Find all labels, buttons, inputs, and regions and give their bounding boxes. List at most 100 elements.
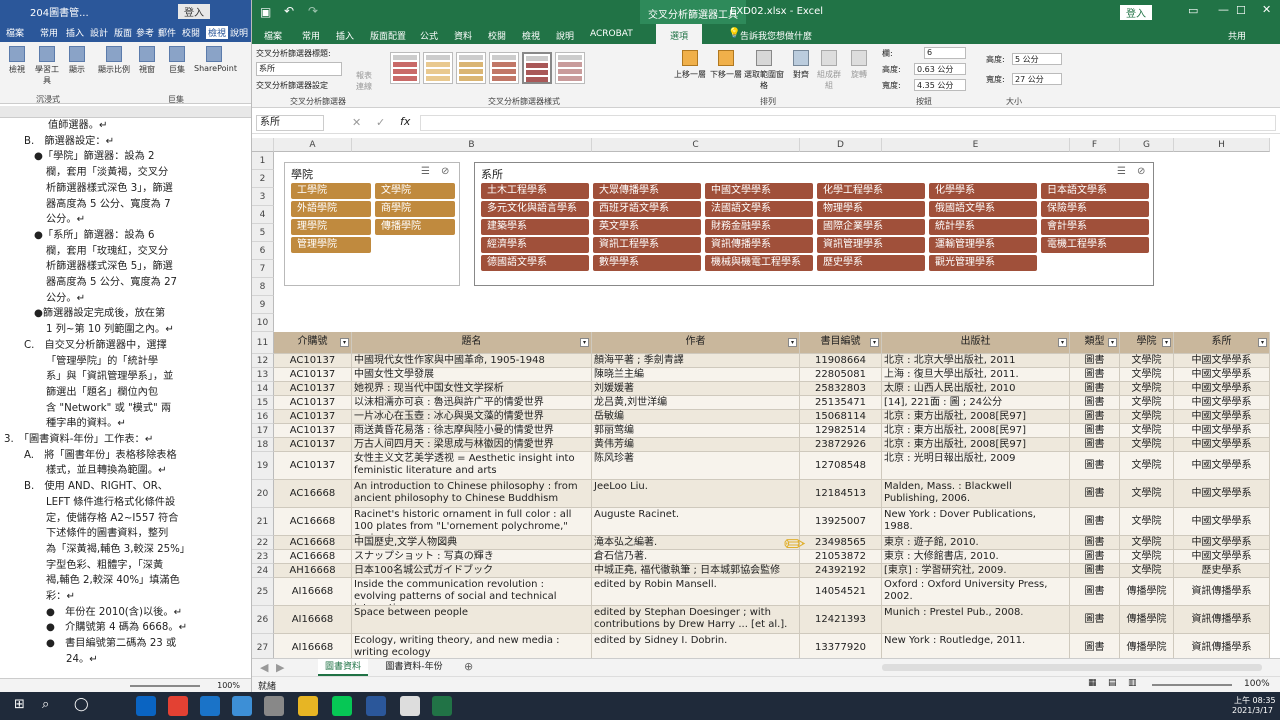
slicer-item-department[interactable]: 運輸管理學系 (929, 237, 1037, 253)
table-cell[interactable]: 滝本弘之編著. (592, 536, 800, 550)
table-cell[interactable]: Oxford : Oxford University Press, 2002. (882, 578, 1070, 606)
slicer-style-swatch[interactable] (423, 52, 453, 84)
horizontal-scrollbar[interactable] (882, 664, 1262, 671)
word-tab[interactable]: 設計 (90, 26, 108, 39)
clear-filter-icon[interactable]: ⊘ (1137, 166, 1145, 177)
table-cell[interactable]: 中國文學學系 (1174, 424, 1270, 438)
sharepoint-button[interactable]: SharePoint (194, 46, 237, 73)
table-cell[interactable]: AI16668 (274, 578, 352, 606)
table-cell[interactable]: 12708548 (800, 452, 882, 480)
table-cell[interactable]: 日本100名城公式ガイドブック (352, 564, 592, 578)
table-cell[interactable]: AC10137 (274, 354, 352, 368)
row-header[interactable]: 2 (252, 170, 274, 188)
excel-tab[interactable]: 版面配置 (370, 29, 406, 42)
multi-select-icon[interactable]: ☰ (1117, 166, 1126, 177)
row-header[interactable]: 12 (252, 354, 274, 368)
close-icon[interactable]: ✕ (1262, 3, 1271, 16)
column-header[interactable]: D (800, 138, 882, 152)
table-cell[interactable]: 歷史學系 (1174, 564, 1270, 578)
word-tab[interactable]: 說明 (230, 26, 248, 39)
excel-tab[interactable]: 常用 (302, 29, 320, 42)
row-header[interactable]: 23 (252, 550, 274, 564)
row-header[interactable]: 14 (252, 382, 274, 396)
word-tab[interactable]: 檢視 (206, 26, 229, 39)
table-cell[interactable]: 中國現代女性作家與中國革命, 1905-1948 (352, 354, 592, 368)
table-cell[interactable]: 13925007 (800, 508, 882, 536)
table-cell[interactable]: 中國文學學系 (1174, 410, 1270, 424)
table-cell[interactable]: 以沫相濡亦可哀 : 魯迅與許广平的情愛世界 (352, 396, 592, 410)
row-header[interactable]: 19 (252, 452, 274, 480)
table-cell[interactable]: 圖書 (1070, 368, 1120, 382)
table-cell[interactable]: 圖書 (1070, 382, 1120, 396)
slicer-item-department[interactable]: 物理學系 (817, 201, 925, 217)
table-cell[interactable]: edited by Robin Mansell. (592, 578, 800, 606)
table-cell[interactable]: New York : Dover Publications, 1988. (882, 508, 1070, 536)
table-cell[interactable]: 陳晓兰主編 (592, 368, 800, 382)
row-header[interactable]: 15 (252, 396, 274, 410)
table-cell[interactable]: 14054521 (800, 578, 882, 606)
slicer-item-department[interactable]: 化學學系 (929, 183, 1037, 199)
excel-tab[interactable]: 檔案 (264, 29, 282, 42)
send-backward-button[interactable]: 下移一層 (706, 50, 746, 80)
slicer-item-department[interactable]: 俄國語文學系 (929, 201, 1037, 217)
table-cell[interactable]: 北京 : 光明日報出版社, 2009 (882, 452, 1070, 480)
table-cell[interactable]: 北京 : 東方出版社, 2008[民97] (882, 424, 1070, 438)
word-zoom-slider[interactable] (130, 685, 200, 687)
filter-dropdown-icon[interactable]: ▾ (1058, 338, 1067, 347)
table-cell[interactable]: 圖書 (1070, 634, 1120, 658)
table-cell[interactable]: 文學院 (1120, 550, 1174, 564)
table-cell[interactable]: 中國文學學系 (1174, 438, 1270, 452)
excel-tab[interactable]: 說明 (556, 29, 574, 42)
slicer-style-swatch[interactable] (522, 52, 552, 84)
column-header[interactable]: H (1174, 138, 1270, 152)
excel-tab[interactable]: 插入 (336, 29, 354, 42)
table-cell[interactable]: スナップショット : 写真の輝き (352, 550, 592, 564)
table-cell[interactable]: 24392192 (800, 564, 882, 578)
table-header-cell[interactable]: 作者 (592, 332, 800, 354)
table-cell[interactable]: AC10137 (274, 382, 352, 396)
table-cell[interactable]: 圖書 (1070, 480, 1120, 508)
slicer-item-department[interactable]: 資訊管理學系 (817, 237, 925, 253)
table-cell[interactable]: 文學院 (1120, 480, 1174, 508)
slicer-item-department[interactable]: 化學工程學系 (817, 183, 925, 199)
table-cell[interactable]: 文學院 (1120, 354, 1174, 368)
row-header[interactable]: 13 (252, 368, 274, 382)
table-cell[interactable]: 万古人间四月天 : 梁思成与林徽因的情愛世界 (352, 438, 592, 452)
table-cell[interactable]: 北京 : 北京大學出版社, 2011 (882, 354, 1070, 368)
row-header[interactable]: 22 (252, 536, 274, 550)
filter-dropdown-icon[interactable]: ▾ (1108, 338, 1117, 347)
table-cell[interactable]: 倉石信乃著. (592, 550, 800, 564)
selection-pane-button[interactable]: 選取範圍窗格 (742, 50, 786, 91)
rotate-button[interactable]: 旋轉 (846, 50, 872, 80)
table-cell[interactable]: 一片冰心在玉壺 : 冰心與吳文藻的情愛世界 (352, 410, 592, 424)
column-header[interactable]: G (1120, 138, 1174, 152)
slicer-item-department[interactable]: 建築學系 (481, 219, 589, 235)
column-header[interactable]: E (882, 138, 1070, 152)
page-break-icon[interactable]: ▥ (1128, 678, 1137, 688)
tell-me-search[interactable]: 告訴我您想做什麼 (740, 29, 812, 42)
windows-start-icon[interactable]: ⊞ (14, 697, 25, 712)
table-cell[interactable]: edited by Stephan Doesinger ; with contr… (592, 606, 800, 634)
column-header[interactable]: A (274, 138, 352, 152)
row-header[interactable]: 6 (252, 242, 274, 260)
row-header[interactable]: 11 (252, 332, 274, 354)
table-cell[interactable]: 圖書 (1070, 508, 1120, 536)
page-layout-icon[interactable]: ▤ (1108, 678, 1117, 688)
table-cell[interactable]: AC10137 (274, 368, 352, 382)
select-all-corner[interactable] (252, 138, 274, 152)
slicer-college[interactable]: 學院 ☰ ⊘ 工學院 文學院 外語學院 商學院 理學院 傳播學院 管理學院 (284, 162, 460, 286)
clear-filter-icon[interactable]: ⊘ (441, 166, 449, 177)
slicer-style-swatch[interactable] (489, 52, 519, 84)
filter-dropdown-icon[interactable]: ▾ (788, 338, 797, 347)
table-cell[interactable]: 女性主义文艺美学透视 = Aesthetic insight into femi… (352, 452, 592, 480)
table-cell[interactable]: 12982514 (800, 424, 882, 438)
slicer-item-department[interactable]: 保險學系 (1041, 201, 1149, 217)
slicer-item-department[interactable]: 多元文化與語言學系 (481, 201, 589, 217)
column-header[interactable]: F (1070, 138, 1120, 152)
table-cell[interactable]: 岳敏编 (592, 410, 800, 424)
table-cell[interactable]: 25832803 (800, 382, 882, 396)
slicer-item-department[interactable]: 德國語文學系 (481, 255, 589, 271)
cancel-formula-icon[interactable]: ✕ (352, 116, 361, 129)
row-header[interactable]: 20 (252, 480, 274, 508)
row-header[interactable]: 7 (252, 260, 274, 278)
